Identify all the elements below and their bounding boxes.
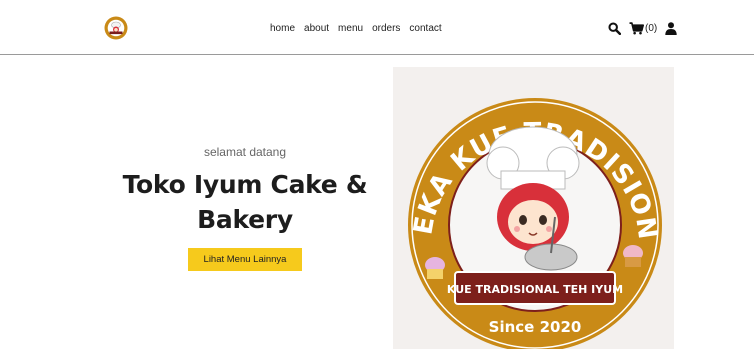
cart-count: (0): [645, 23, 658, 34]
see-menu-button[interactable]: Lihat Menu Lainnya: [187, 248, 303, 271]
nav-contact-link[interactable]: contact: [409, 23, 441, 34]
hero-text: selamat datang Toko Iyum Cake & Bakery L…: [100, 145, 390, 271]
cart-button[interactable]: (0): [629, 22, 657, 35]
nav-icons: (0): [608, 22, 677, 35]
cart-icon[interactable]: [629, 22, 644, 35]
badge-since-text: Since 2020: [489, 318, 582, 336]
bakery-badge-illustration: ANEKA KUE TRADISIONAL KUE TRADISIONAL TE…: [382, 44, 662, 349]
badge-ribbon-text: KUE TRADISIONAL TEH IYUM: [447, 283, 623, 296]
nav-orders-link[interactable]: orders: [372, 23, 400, 34]
hero-greeting: selamat datang: [203, 145, 287, 159]
nav-menu-link[interactable]: menu: [338, 23, 363, 34]
nav-about-link[interactable]: about: [304, 23, 329, 34]
main-nav: home about menu orders contact: [270, 23, 442, 34]
navbar: home about menu orders contact (0): [0, 0, 754, 55]
bakery-logo-icon[interactable]: [104, 16, 128, 40]
search-icon[interactable]: [608, 22, 621, 35]
user-icon[interactable]: [665, 22, 677, 35]
hero-logo-image: ANEKA KUE TRADISIONAL KUE TRADISIONAL TE…: [382, 44, 674, 349]
nav-home-link[interactable]: home: [270, 23, 295, 34]
hero-title: Toko Iyum Cake & Bakery: [122, 170, 368, 234]
